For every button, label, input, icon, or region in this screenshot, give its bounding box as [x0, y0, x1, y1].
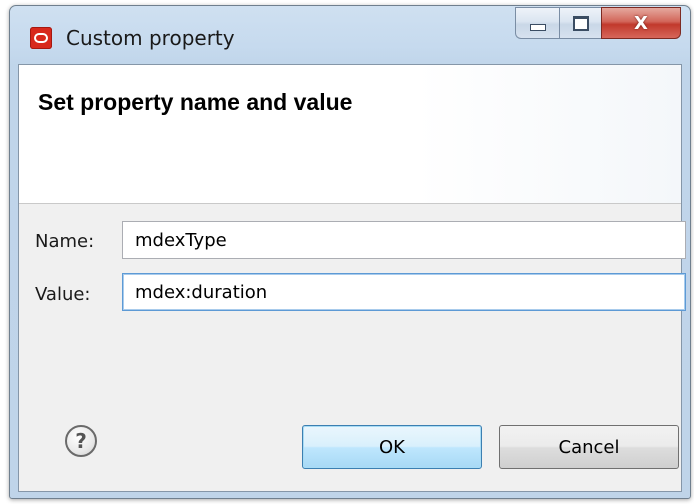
minimize-icon	[529, 23, 546, 31]
dialog-body: Set property name and value Name: Value:…	[18, 64, 686, 492]
header-banner: Set property name and value	[19, 65, 681, 204]
minimize-button[interactable]	[515, 7, 559, 39]
ok-button[interactable]: OK	[302, 425, 482, 469]
value-field[interactable]	[122, 273, 686, 311]
maximize-button[interactable]	[559, 7, 601, 39]
banner-title: Set property name and value	[38, 89, 353, 115]
help-icon: ?	[75, 429, 87, 453]
close-icon: X	[634, 12, 648, 34]
cancel-button[interactable]: Cancel	[499, 425, 679, 469]
oracle-logo-icon	[30, 27, 52, 49]
title-bar[interactable]: Custom property X	[10, 6, 690, 64]
value-label: Value:	[35, 284, 91, 305]
caption-buttons: X	[515, 7, 681, 41]
custom-property-dialog: Custom property X Set property name and …	[9, 5, 691, 499]
window-title: Custom property	[66, 26, 235, 50]
name-field[interactable]	[122, 221, 686, 259]
close-button[interactable]: X	[601, 7, 681, 39]
help-button[interactable]: ?	[65, 425, 97, 457]
maximize-icon	[572, 15, 589, 31]
name-label: Name:	[35, 231, 95, 252]
